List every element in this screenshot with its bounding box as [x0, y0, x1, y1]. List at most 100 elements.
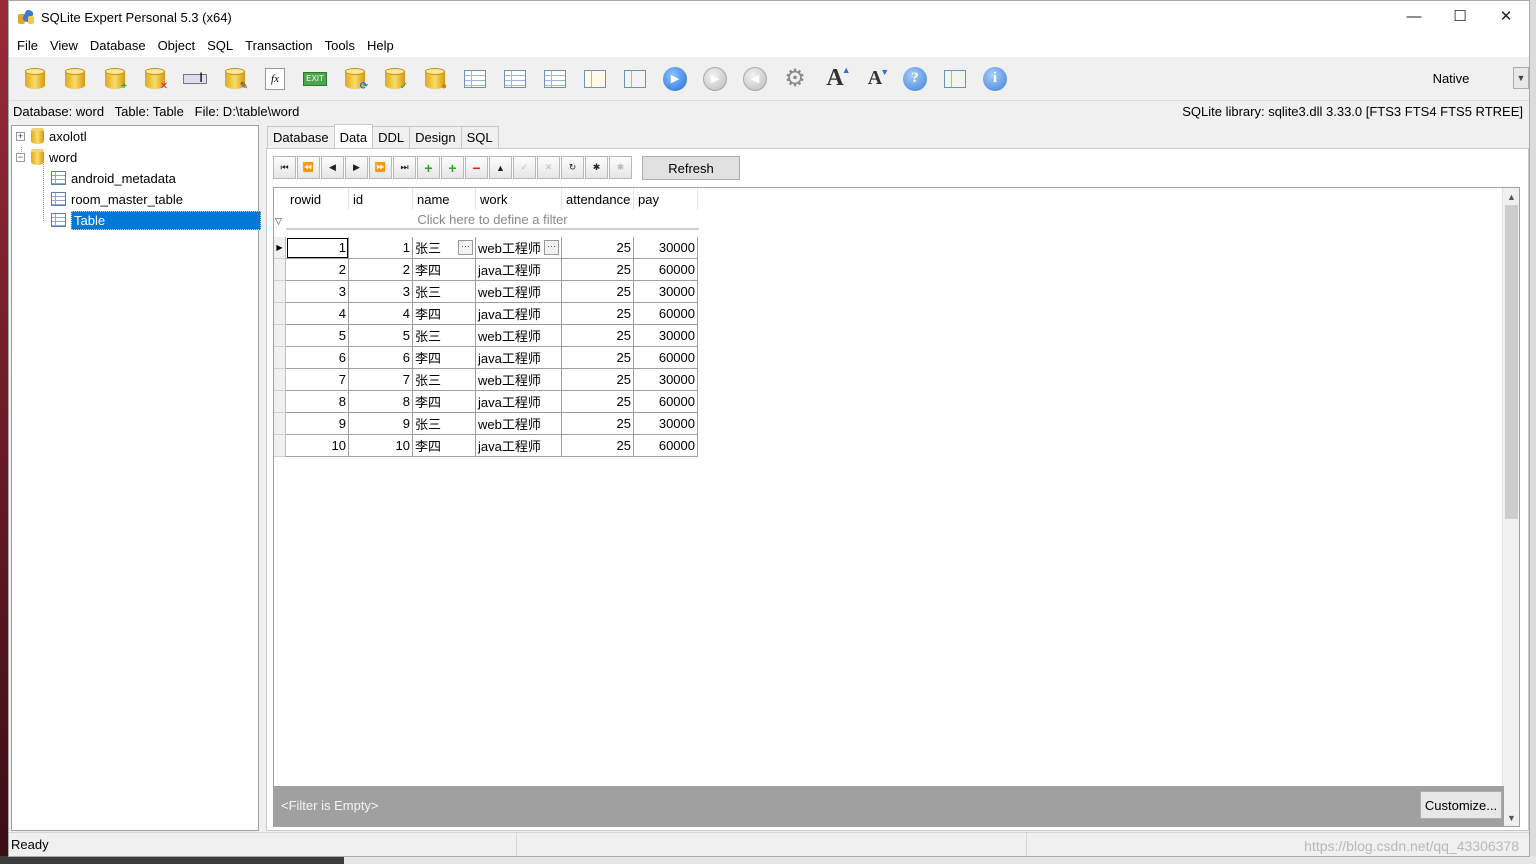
refresh-record-button[interactable]: ↻ — [561, 156, 584, 179]
stop-button[interactable]: ◀ — [735, 62, 775, 96]
clear-bookmark-button[interactable]: ✱ — [609, 156, 632, 179]
row-indicator[interactable] — [274, 303, 286, 325]
export-data-button[interactable] — [935, 62, 975, 96]
column-header-pay[interactable]: pay — [634, 188, 698, 210]
exit-button[interactable]: EXIT — [295, 62, 335, 96]
post-edit-button[interactable]: ✓ — [513, 156, 536, 179]
chevron-down-icon[interactable]: ▼ — [1513, 67, 1529, 89]
cell-pay[interactable]: 60000 — [634, 435, 698, 457]
filter-status[interactable]: <Filter is Empty> — [281, 798, 379, 813]
insert-record-button[interactable]: + — [417, 156, 440, 179]
cell-name[interactable]: 李四 — [413, 259, 476, 281]
cell-rowid[interactable]: 6 — [286, 347, 349, 369]
menu-database[interactable]: Database — [84, 38, 152, 53]
menu-view[interactable]: View — [44, 38, 84, 53]
cell-work[interactable]: java工程师 — [476, 391, 562, 413]
new-database-button[interactable] — [15, 62, 55, 96]
table-row[interactable]: 2 2 李四 java工程师 25 60000 — [286, 259, 698, 281]
table-row[interactable]: 9 9 张三 web工程师 25 30000 — [286, 413, 698, 435]
cell-work[interactable]: web工程师 — [476, 369, 562, 391]
menu-file[interactable]: File — [11, 38, 44, 53]
first-record-button[interactable]: ⏮ — [273, 156, 296, 179]
customize-button[interactable]: Customize... — [1420, 791, 1502, 819]
tree-item-android-metadata[interactable]: android_metadata — [51, 168, 176, 188]
cell-attendance[interactable]: 25 — [562, 435, 634, 457]
close-button[interactable]: ✕ — [1483, 1, 1529, 31]
cell-name[interactable]: 李四 — [413, 303, 476, 325]
table-row[interactable]: 1 1 张三 ··· web工程师 ··· 25 30000 — [286, 237, 698, 259]
tree-item-table[interactable]: Table — [51, 210, 261, 230]
function-button[interactable]: fx — [255, 62, 295, 96]
filter-icon[interactable]: ▽ — [275, 216, 282, 227]
table-row[interactable]: 6 6 李四 java工程师 25 60000 — [286, 347, 698, 369]
cell-pay[interactable]: 30000 — [634, 413, 698, 435]
cell-attendance[interactable]: 25 — [562, 325, 634, 347]
cell-work[interactable]: java工程师 — [476, 435, 562, 457]
cell-id[interactable]: 4 — [349, 303, 413, 325]
tab-data[interactable]: Data — [333, 124, 374, 149]
scroll-thumb[interactable] — [1505, 205, 1518, 519]
cell-name[interactable]: 张三 — [413, 325, 476, 347]
info-button[interactable]: i — [975, 62, 1015, 96]
cell-attendance[interactable]: 25 — [562, 237, 634, 259]
cell-pay[interactable]: 60000 — [634, 259, 698, 281]
cell-attendance[interactable]: 25 — [562, 413, 634, 435]
check-database-button[interactable]: ✓ — [375, 62, 415, 96]
menu-transaction[interactable]: Transaction — [239, 38, 318, 53]
cell-work[interactable]: web工程师 — [476, 281, 562, 303]
table-row[interactable]: 8 8 李四 java工程师 25 60000 — [286, 391, 698, 413]
open-database-button[interactable] — [55, 62, 95, 96]
table-row[interactable]: 5 5 张三 web工程师 25 30000 — [286, 325, 698, 347]
cell-rowid[interactable]: 7 — [286, 369, 349, 391]
minimize-button[interactable]: — — [1391, 1, 1437, 31]
cell-rowid[interactable]: 5 — [286, 325, 349, 347]
cell-id[interactable]: 7 — [349, 369, 413, 391]
tree-item-word[interactable]: − word — [16, 147, 77, 167]
new-view-button[interactable] — [575, 62, 615, 96]
row-indicator[interactable] — [274, 413, 286, 435]
cell-rowid[interactable]: 4 — [286, 303, 349, 325]
table-row[interactable]: 4 4 李四 java工程师 25 60000 — [286, 303, 698, 325]
tree-item-room-master-table[interactable]: room_master_table — [51, 189, 183, 209]
cell-work[interactable]: java工程师 — [476, 259, 562, 281]
cell-id[interactable]: 3 — [349, 281, 413, 303]
row-indicator[interactable] — [274, 281, 286, 303]
scroll-down-icon[interactable]: ▼ — [1503, 809, 1519, 826]
vacuum-button[interactable]: ✎ — [215, 62, 255, 96]
menu-tools[interactable]: Tools — [319, 38, 361, 53]
column-header-work[interactable]: work — [476, 188, 562, 210]
cell-pay[interactable]: 60000 — [634, 303, 698, 325]
sql-editor-button[interactable] — [615, 62, 655, 96]
refresh-button[interactable]: Refresh — [642, 156, 740, 180]
cell-attendance[interactable]: 25 — [562, 369, 634, 391]
detach-database-button[interactable]: ✕ — [135, 62, 175, 96]
cell-rowid[interactable]: 8 — [286, 391, 349, 413]
menu-sql[interactable]: SQL — [201, 38, 239, 53]
table-row[interactable]: 3 3 张三 web工程师 25 30000 — [286, 281, 698, 303]
tab-database[interactable]: Database — [267, 126, 335, 148]
cell-name[interactable]: 李四 — [413, 391, 476, 413]
cell-attendance[interactable]: 25 — [562, 347, 634, 369]
cell-id[interactable]: 1 — [349, 237, 413, 259]
cell-pay[interactable]: 60000 — [634, 391, 698, 413]
menu-object[interactable]: Object — [152, 38, 202, 53]
vertical-scrollbar[interactable]: ▲ ▼ — [1502, 188, 1519, 826]
cell-attendance[interactable]: 25 — [562, 303, 634, 325]
decrease-font-button[interactable]: A ▼ — [855, 62, 895, 96]
scroll-up-icon[interactable]: ▲ — [1503, 188, 1519, 205]
row-indicator[interactable] — [274, 435, 286, 457]
ellipsis-icon[interactable]: ··· — [458, 240, 473, 255]
help-button[interactable]: ? — [895, 62, 935, 96]
last-record-button[interactable]: ⏭ — [393, 156, 416, 179]
maximize-button[interactable]: ☐ — [1437, 1, 1483, 31]
cell-attendance[interactable]: 25 — [562, 281, 634, 303]
cell-name[interactable]: 张三 — [413, 369, 476, 391]
encrypt-button[interactable]: ● — [415, 62, 455, 96]
cell-id[interactable]: 8 — [349, 391, 413, 413]
cell-pay[interactable]: 60000 — [634, 347, 698, 369]
column-header-name[interactable]: name — [413, 188, 476, 210]
new-table-button[interactable] — [495, 62, 535, 96]
cell-attendance[interactable]: 25 — [562, 259, 634, 281]
expand-icon[interactable]: + — [16, 131, 25, 141]
cell-name[interactable]: 张三 — [413, 413, 476, 435]
